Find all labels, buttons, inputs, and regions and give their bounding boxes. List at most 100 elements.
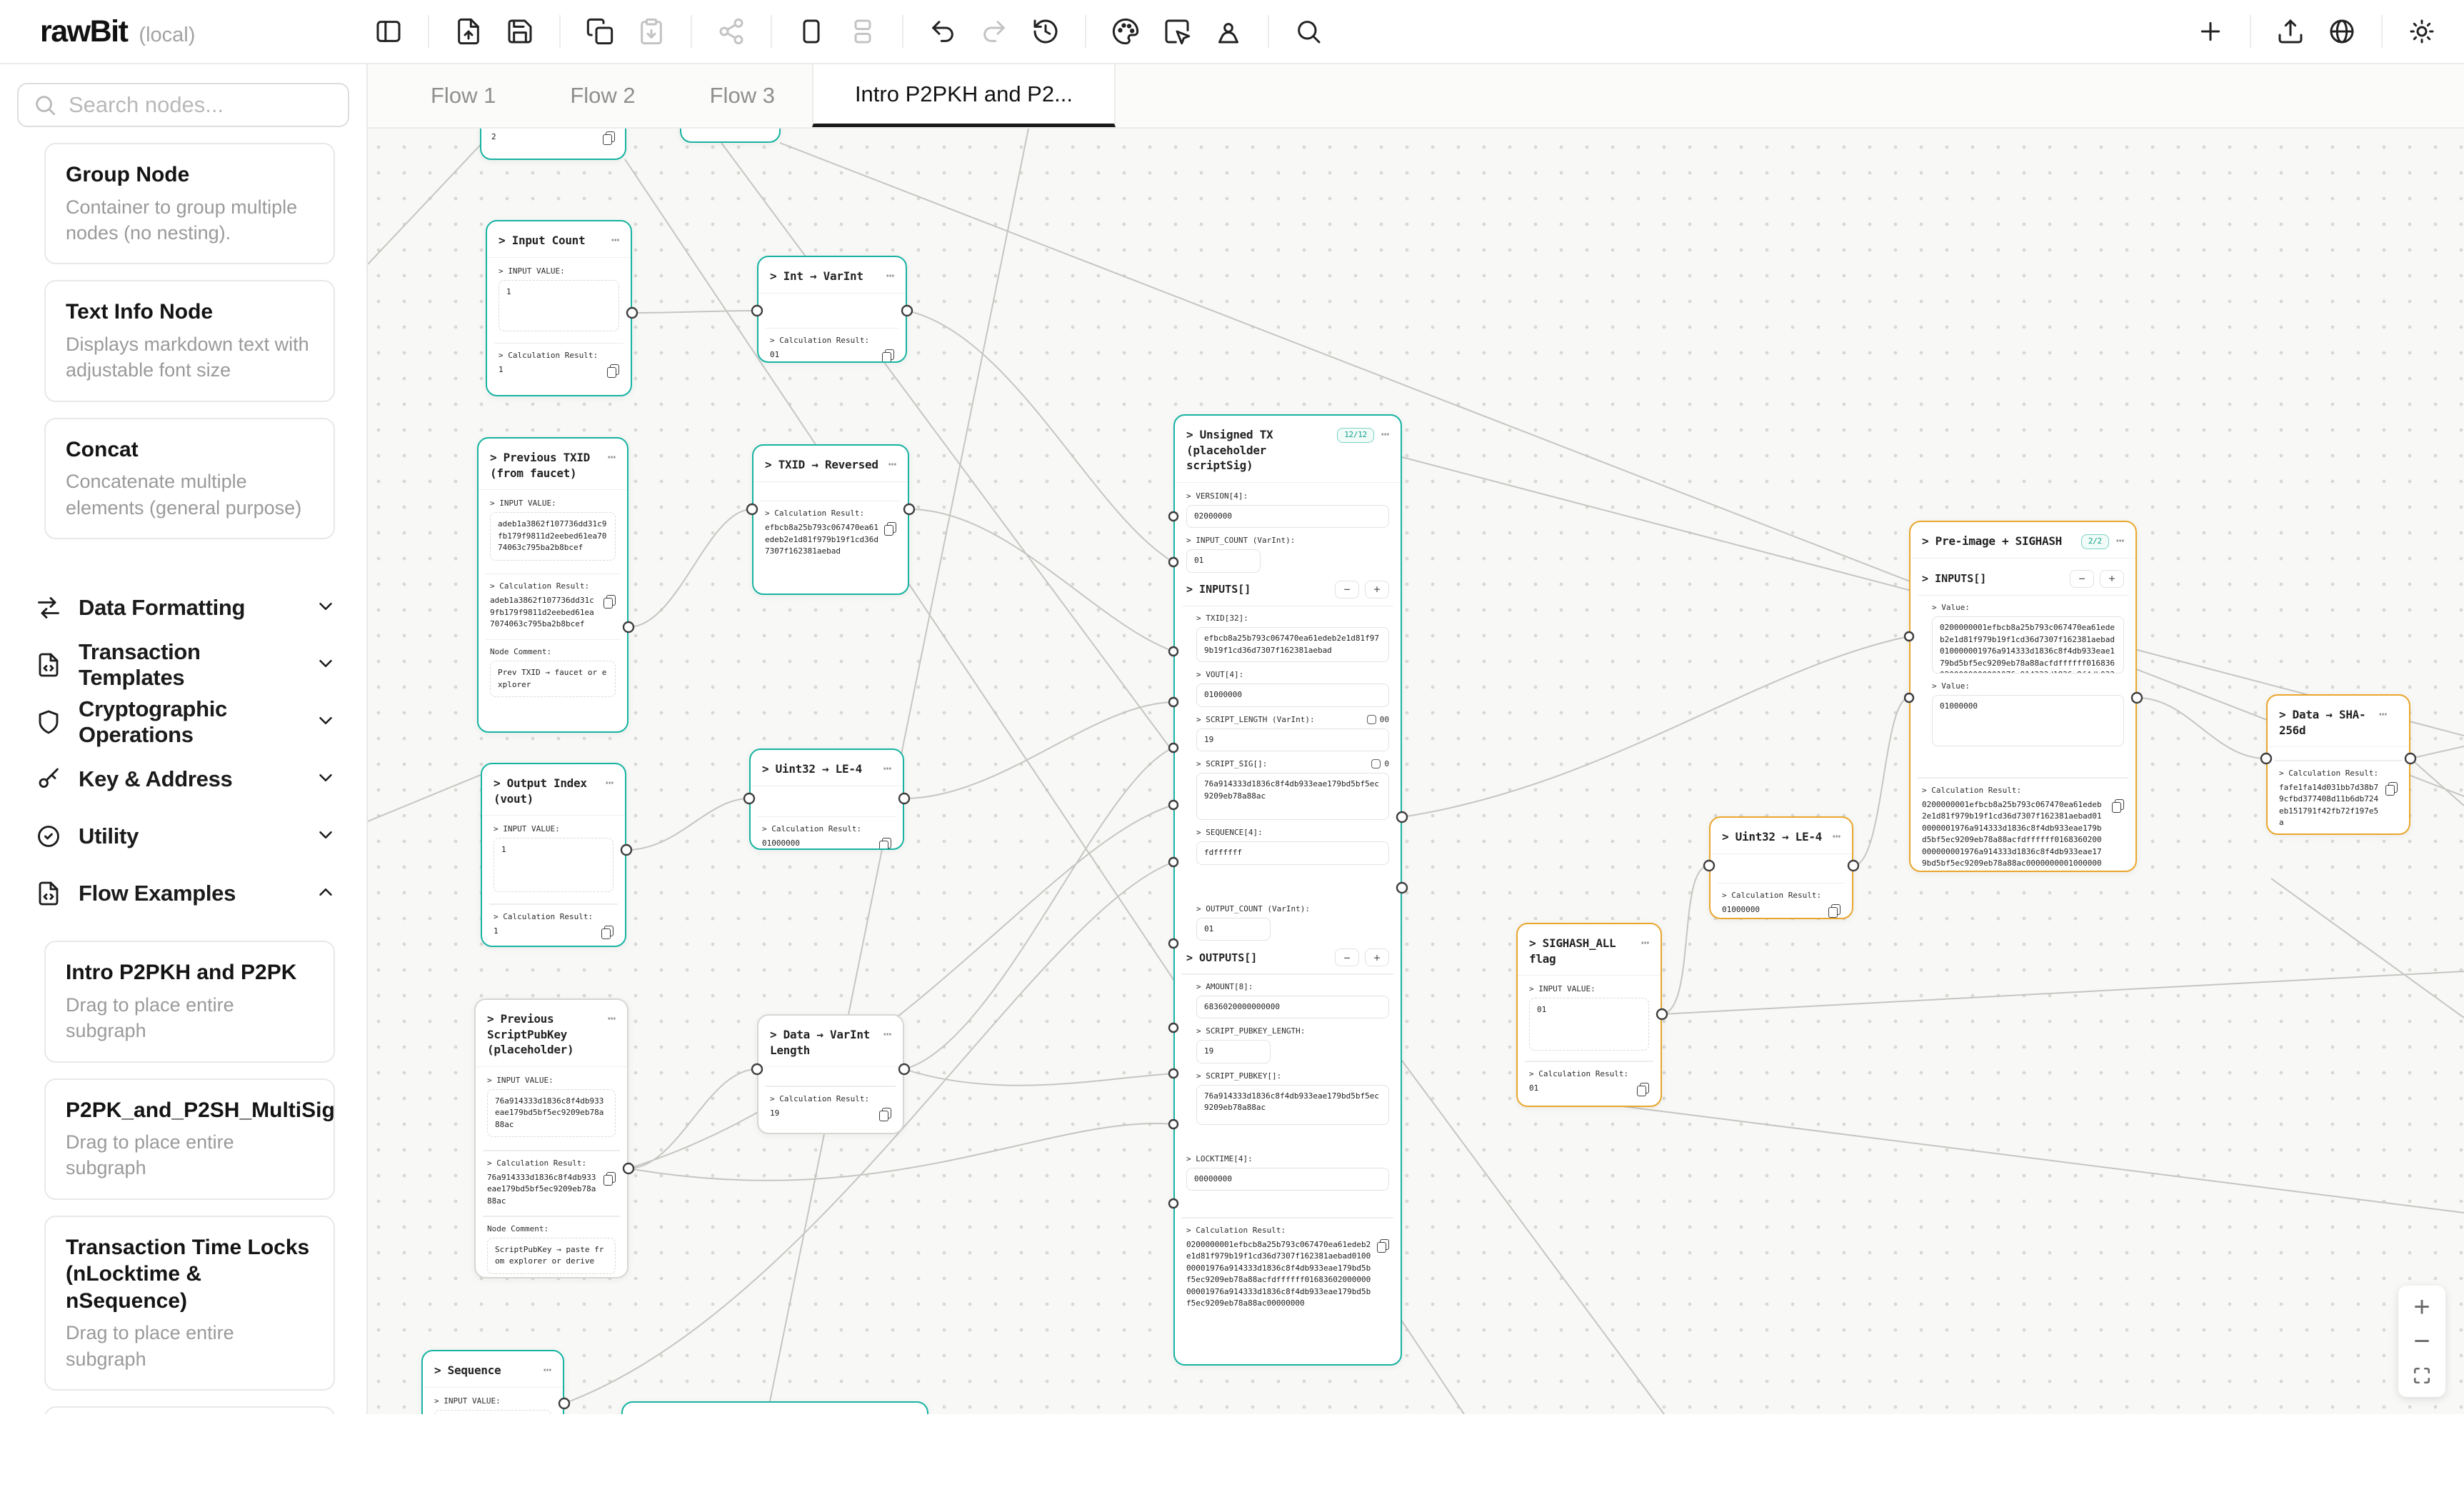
add-output-button[interactable] [1365, 948, 1389, 966]
tab-flow-1[interactable]: Flow 1 [394, 64, 533, 127]
add-input-button[interactable] [1365, 581, 1389, 599]
copy-icon[interactable] [604, 595, 616, 609]
node-menu-icon[interactable] [1641, 936, 1649, 951]
copy-icon[interactable] [1377, 1239, 1389, 1253]
node-output-index[interactable]: > Output Index (vout) > INPUT VALUE: 1 >… [481, 763, 626, 947]
rectangle-tool-icon[interactable] [791, 11, 832, 52]
split-rows-icon[interactable] [842, 11, 883, 52]
copy-icon[interactable] [607, 364, 619, 378]
flow-canvas[interactable]: 2 > Input Count > INPUT VALUE: 1 > Calcu… [0, 0, 2464, 1414]
tab-intro-p2pkh[interactable]: Intro P2PKH and P2... [812, 64, 1116, 127]
node-int-varint[interactable]: > Int → VarInt > Calculation Result: 01 [757, 256, 907, 363]
checkbox[interactable] [1371, 759, 1381, 768]
sidebar-category-utility[interactable]: Utility [0, 808, 366, 865]
remove-input-button[interactable] [1335, 581, 1359, 599]
redo-icon[interactable] [973, 11, 1015, 52]
theme-sun-icon[interactable] [2401, 11, 2443, 52]
history-icon[interactable] [1025, 11, 1066, 52]
search-box[interactable] [17, 83, 349, 127]
remove-output-button[interactable] [1335, 948, 1359, 966]
panel-left-icon[interactable] [368, 11, 409, 52]
node-input-count[interactable]: > Input Count > INPUT VALUE: 1 > Calcula… [486, 220, 632, 396]
amount-field[interactable]: 6836020000000000 [1196, 996, 1389, 1019]
node-menu-icon[interactable] [1833, 829, 1841, 844]
copy-icon[interactable] [1828, 904, 1841, 918]
copy-icon[interactable] [2112, 799, 2124, 813]
library-item-group-node[interactable]: Group Node Container to group multiple n… [44, 143, 335, 264]
node-menu-icon[interactable] [2379, 707, 2387, 722]
sidebar-category-data-formatting[interactable]: Data Formatting [0, 579, 366, 636]
node-txid-reversed[interactable]: > TXID → Reversed > Calculation Result: … [752, 444, 909, 595]
node-menu-icon[interactable] [608, 1011, 616, 1026]
flow-example-transaction-time-locks[interactable]: Transaction Time Locks (nLocktime & nSeq… [44, 1216, 335, 1391]
node-menu-icon[interactable] [611, 233, 619, 248]
input-value-field[interactable]: 1 [499, 280, 619, 331]
sidebar-category-transaction-templates[interactable]: Transaction Templates [0, 636, 366, 694]
node-unsigned-tx[interactable]: > Unsigned TX (placeholder scriptSig)12/… [1173, 414, 1402, 1366]
share-nodes-icon[interactable] [711, 11, 752, 52]
flow-example-p2pk-p2sh-multisig[interactable]: P2PK_and_P2SH_MultiSig Drag to place ent… [44, 1078, 335, 1200]
node-menu-icon[interactable] [1381, 427, 1389, 442]
copy-icon[interactable] [879, 838, 891, 850]
node-comment-field[interactable]: Prev TXID → faucet or explorer [490, 661, 616, 697]
copy-icon[interactable] [879, 1108, 891, 1121]
node-preimage-sighash[interactable]: > Pre-image + SIGHASH2/2 > INPUTS[] > Va… [1909, 521, 2137, 872]
node-prev-txid[interactable]: > Previous TXID (from faucet) > INPUT VA… [477, 437, 628, 733]
library-item-text-info-node[interactable]: Text Info Node Displays markdown text wi… [44, 280, 335, 401]
node-menu-icon[interactable] [544, 1363, 551, 1378]
flow-example-intro-p2pkh[interactable]: Intro P2PKH and P2PK Drag to place entir… [44, 941, 335, 1062]
zoom-out-button[interactable] [2398, 1324, 2445, 1358]
node-comment-field[interactable]: ScriptPubKey → paste from explorer or de… [487, 1238, 616, 1274]
plus-icon[interactable] [2190, 11, 2231, 52]
input-value-field[interactable]: 1 [494, 838, 614, 892]
file-import-icon[interactable] [448, 11, 489, 52]
copy-icon[interactable] [601, 926, 614, 939]
node-prev-scriptpubkey[interactable]: > Previous ScriptPubKey (placeholder) > … [474, 998, 628, 1278]
copy-icon[interactable] [1637, 1083, 1649, 1096]
node-uint32-le4-b[interactable]: > Uint32 → LE-4 > Calculation Result: 01… [1709, 816, 1853, 919]
tab-flow-3[interactable]: Flow 3 [673, 64, 812, 127]
copy-icon[interactable] [884, 522, 896, 536]
search-icon[interactable] [1288, 11, 1329, 52]
script-sig-field[interactable]: 76a914333d1836c8f4db933eae179bd5bf5ec920… [1196, 773, 1389, 820]
save-icon[interactable] [499, 11, 541, 52]
sidebar-category-flow-examples[interactable]: Flow Examples [0, 865, 366, 922]
node-menu-icon[interactable] [606, 776, 614, 791]
vout-field[interactable]: 01000000 [1196, 684, 1389, 707]
input-value-field[interactable]: fffffffd [434, 1410, 551, 1435]
tab-flow-2[interactable]: Flow 2 [533, 64, 672, 127]
node-menu-icon[interactable] [886, 269, 894, 284]
copy-icon[interactable] [604, 1172, 616, 1186]
remove-input-button[interactable] [2070, 570, 2094, 588]
add-input-button[interactable] [2100, 570, 2124, 588]
flow-example-script-time-locks[interactable]: Script Time Locks (CLTV & CSV) Drag to p… [44, 1406, 335, 1414]
input-value-field[interactable]: 76a914333d1836c8f4db933eae179bd5bf5ec920… [487, 1089, 616, 1138]
copy-icon[interactable] [579, 11, 621, 52]
script-pubkey-field[interactable]: 76a914333d1836c8f4db933eae179bd5bf5ec920… [1196, 1085, 1389, 1125]
node-menu-icon[interactable] [888, 457, 896, 472]
globe-icon[interactable] [2321, 11, 2363, 52]
locktime-field[interactable]: 00000000 [1186, 1168, 1389, 1191]
script-pubkey-length-field[interactable]: 19 [1196, 1040, 1271, 1063]
sidebar-category-key-address[interactable]: Key & Address [0, 751, 366, 808]
node-data-varint-length[interactable]: > Data → VarInt Length > Calculation Res… [757, 1014, 904, 1134]
checkbox[interactable] [1367, 715, 1376, 724]
node-partial-bottom[interactable] [621, 1401, 928, 1466]
version-field[interactable]: 02000000 [1186, 505, 1389, 529]
library-item-concat[interactable]: Concat Concatenate multiple elements (ge… [44, 418, 335, 539]
node-menu-icon[interactable] [883, 1027, 891, 1042]
pointer-select-icon[interactable] [1156, 11, 1198, 52]
input-value-field[interactable]: 01 [1529, 998, 1649, 1051]
node-data-sha256d[interactable]: > Data → SHA-256d > Calculation Result: … [2266, 694, 2410, 835]
sequence-field[interactable]: fdffffff [1196, 841, 1389, 865]
copy-icon[interactable] [603, 131, 615, 145]
user-pin-icon[interactable] [1208, 11, 1249, 52]
input-count-field[interactable]: 01 [1186, 549, 1261, 573]
node-sequence[interactable]: > Sequence > INPUT VALUE: fffffffd [421, 1350, 564, 1507]
fit-view-button[interactable] [2398, 1358, 2445, 1393]
copy-icon[interactable] [882, 349, 894, 363]
script-length-field[interactable]: 19 [1196, 729, 1389, 752]
node-menu-icon[interactable] [608, 450, 616, 465]
output-count-field[interactable]: 01 [1196, 918, 1271, 941]
value-field[interactable]: 01000000 [1932, 695, 2124, 746]
